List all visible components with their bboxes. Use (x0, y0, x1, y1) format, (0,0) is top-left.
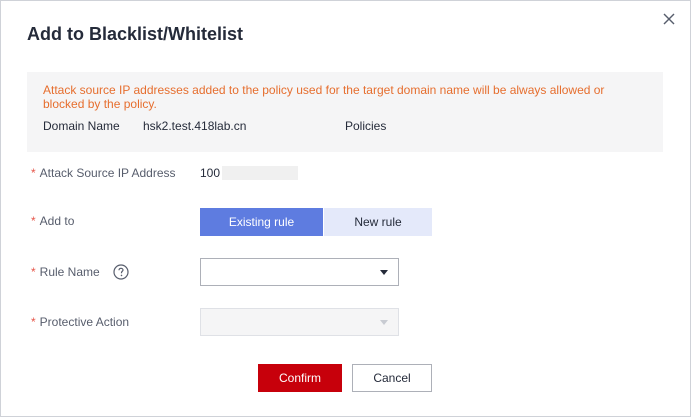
policy-notice: Attack source IP addresses added to the … (27, 72, 663, 152)
chevron-down-icon (380, 320, 388, 325)
add-to-label-text: Add to (39, 214, 75, 228)
attack-source-ip-label-text: Attack Source IP Address (39, 166, 176, 180)
rule-name-label: * Rule Name (31, 264, 129, 280)
required-mark: * (31, 166, 36, 180)
required-mark: * (31, 315, 36, 329)
protective-action-label: * Protective Action (31, 315, 129, 329)
ip-value-text: 100 (200, 166, 221, 180)
cancel-button[interactable]: Cancel (352, 364, 432, 392)
close-icon[interactable] (660, 10, 678, 28)
domain-name-value: hsk2.test.418lab.cn (143, 119, 247, 133)
attack-source-ip-label: * Attack Source IP Address (31, 166, 176, 180)
domain-name-label: Domain Name (43, 119, 120, 133)
confirm-button[interactable]: Confirm (258, 364, 342, 392)
dialog-title: Add to Blacklist/Whitelist (27, 24, 244, 44)
add-to-blacklist-whitelist-dialog: Add to Blacklist/Whitelist Attack source… (0, 0, 691, 417)
required-mark: * (31, 265, 36, 279)
question-circle-icon[interactable] (113, 264, 129, 280)
rule-name-select[interactable] (200, 258, 399, 286)
protective-action-select (200, 308, 399, 336)
existing-rule-button[interactable]: Existing rule (200, 208, 323, 236)
add-to-label: * Add to (31, 214, 74, 228)
policies-label: Policies (345, 119, 387, 133)
ip-redaction-mask (222, 166, 299, 180)
required-mark: * (31, 214, 36, 228)
protective-action-label-text: Protective Action (39, 315, 130, 329)
attack-source-ip-value: 100 (200, 166, 299, 180)
notice-text: Attack source IP addresses added to the … (43, 83, 605, 111)
rule-name-label-text: Rule Name (39, 265, 100, 279)
chevron-down-icon (380, 270, 388, 275)
new-rule-button[interactable]: New rule (324, 208, 432, 236)
